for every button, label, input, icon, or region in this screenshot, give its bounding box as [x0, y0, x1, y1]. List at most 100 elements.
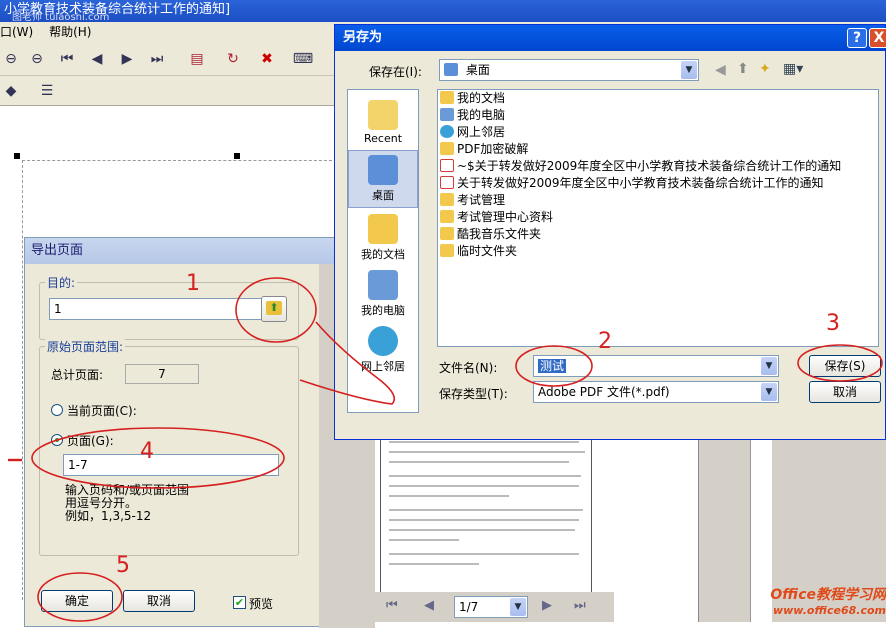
preview-checkbox[interactable]: ✔: [233, 596, 246, 609]
file-name: 关于转发做好2009年度全区中小学教育技术装备综合统计工作的通知: [457, 176, 824, 190]
selection-handle[interactable]: [14, 153, 20, 159]
target-input[interactable]: 1: [49, 298, 269, 320]
selection-handle[interactable]: [234, 153, 240, 159]
file-item[interactable]: 考试管理: [440, 192, 505, 209]
file-item[interactable]: PDF加密破解: [440, 141, 528, 158]
file-name: 我的文档: [457, 91, 506, 105]
file-item[interactable]: 考试管理中心资料: [440, 209, 553, 226]
range-group-label: 原始页面范围:: [45, 338, 126, 355]
view-menu-icon[interactable]: ▦▾: [783, 61, 803, 77]
text-line: [389, 441, 579, 443]
last-page-icon[interactable]: ⏭: [146, 48, 168, 70]
hint-line: 例如，1,3,5-12: [65, 509, 152, 523]
file-item[interactable]: 我的文档: [440, 90, 505, 107]
text-line: [389, 539, 459, 541]
first-page-icon[interactable]: ⏮: [386, 598, 398, 613]
preview-document: [380, 430, 592, 595]
next-page-icon[interactable]: ▶: [542, 598, 552, 613]
place-label: 我的文档: [361, 248, 405, 261]
last-page-icon[interactable]: ⏭: [574, 598, 586, 613]
file-name: ~$关于转发做好2009年度全区中小学教育技术装备综合统计工作的通知: [457, 159, 842, 173]
save-cancel-button[interactable]: 取消: [809, 381, 881, 403]
file-name: 考试管理: [457, 193, 506, 207]
close-button[interactable]: X: [869, 28, 886, 48]
place-label: 桌面: [372, 189, 394, 202]
place-label: Recent: [363, 132, 403, 145]
delete-page-icon[interactable]: ✖: [256, 48, 278, 70]
preview-navigator: ⏮ ◀ 1/7 ▼ ▶ ⏭: [374, 592, 614, 622]
prev-page-icon[interactable]: ◀: [86, 48, 108, 70]
text-line: [389, 563, 479, 565]
file-item[interactable]: ~$关于转发做好2009年度全区中小学教育技术装备综合统计工作的通知: [440, 158, 841, 175]
file-item[interactable]: 酷我音乐文件夹: [440, 226, 541, 243]
page-insert-icon[interactable]: ▤: [186, 48, 208, 70]
preview-label: 预览: [249, 597, 274, 611]
zoom-out-icon[interactable]: ⊖: [0, 48, 22, 70]
new-folder-icon[interactable]: ✦: [759, 61, 771, 77]
browse-button[interactable]: ⬆: [261, 296, 287, 322]
pages-label: 页面(G):: [67, 434, 114, 448]
pdf-icon: [440, 159, 454, 172]
text-line: [389, 461, 569, 463]
filename-input[interactable]: 测试 ▼: [533, 355, 779, 377]
up-folder-icon[interactable]: ⬆: [737, 61, 749, 77]
file-item[interactable]: 网上邻居: [440, 124, 505, 141]
folder-shortcut-icon: [440, 210, 454, 223]
filetype-value: Adobe PDF 文件(*.pdf): [538, 385, 670, 399]
help-button[interactable]: ?: [847, 28, 867, 48]
file-item[interactable]: 关于转发做好2009年度全区中小学教育技术装备综合统计工作的通知: [440, 175, 824, 192]
text-line: [389, 509, 583, 511]
prev-page-icon[interactable]: ◀: [424, 598, 434, 613]
menu-window[interactable]: 口(W): [0, 25, 33, 39]
folder-icon: [440, 142, 454, 155]
current-page-radio[interactable]: [51, 404, 63, 416]
current-page-label: 当前页面(C):: [67, 404, 137, 418]
save-in-dropdown[interactable]: 桌面 ▼: [439, 59, 699, 81]
save-as-dialog: 另存为 ? X 保存在(I): 桌面 ▼ ◀ ⬆ ✦ ▦▾ Recent 桌面 …: [334, 24, 886, 440]
top-watermark: 图老师 tulaoshi.com: [12, 12, 110, 22]
text-line: [389, 529, 575, 531]
align-icon[interactable]: ☰: [36, 80, 58, 102]
cancel-button[interactable]: 取消: [123, 590, 195, 612]
place-recent[interactable]: Recent: [348, 100, 418, 145]
network-icon: [368, 326, 398, 356]
page-selector[interactable]: 1/7 ▼: [454, 596, 528, 618]
music-folder-icon: [440, 227, 454, 240]
desktop-icon: [368, 155, 398, 185]
my-computer-icon: [440, 108, 454, 121]
save-as-title: 另存为: [335, 25, 885, 51]
file-item[interactable]: 临时文件夹: [440, 243, 517, 260]
rotate-icon[interactable]: ↻: [222, 48, 244, 70]
folder-shortcut-icon: [440, 193, 454, 206]
pages-input[interactable]: 1-7: [63, 454, 279, 476]
zoom-in-icon[interactable]: ⊖: [26, 48, 48, 70]
file-name: 我的电脑: [457, 108, 506, 122]
file-name: 考试管理中心资料: [457, 210, 554, 224]
text-line: [389, 495, 509, 497]
my-computer-icon: [368, 270, 398, 300]
next-page-icon[interactable]: ▶: [116, 48, 138, 70]
text-line: [389, 475, 581, 477]
place-desktop[interactable]: 桌面: [348, 150, 418, 208]
pdf-icon: [440, 176, 454, 189]
ok-button[interactable]: 确定: [41, 590, 113, 612]
export-dialog-title: 导出页面: [25, 238, 373, 264]
site-watermark: Office教程学习网 www.office68.com: [748, 584, 886, 622]
pages-radio[interactable]: [51, 434, 63, 446]
place-my-computer[interactable]: 我的电脑: [348, 270, 418, 318]
text-line: [389, 451, 585, 453]
back-icon[interactable]: ◀: [715, 62, 726, 78]
place-network[interactable]: 网上邻居: [348, 326, 418, 374]
save-button[interactable]: 保存(S): [809, 355, 881, 377]
file-name: 临时文件夹: [457, 244, 518, 258]
keyboard-icon[interactable]: ⌨: [292, 48, 314, 70]
export-dialog: 导出页面 目的: 1 ⬆ 原始页面范围: 总计页面: 7 当前页面(C): 页面…: [24, 237, 375, 628]
first-page-icon[interactable]: ⏮: [56, 48, 78, 70]
place-my-documents[interactable]: 我的文档: [348, 214, 418, 262]
filetype-dropdown[interactable]: Adobe PDF 文件(*.pdf) ▼: [533, 381, 779, 403]
folder-icon: [440, 244, 454, 257]
format-icon[interactable]: ◆: [0, 80, 22, 102]
menu-help[interactable]: 帮助(H): [49, 25, 91, 39]
file-item[interactable]: 我的电脑: [440, 107, 505, 124]
range-hint: 输入页码和/或页面范围 用逗号分开。 例如，1,3,5-12: [65, 484, 189, 523]
